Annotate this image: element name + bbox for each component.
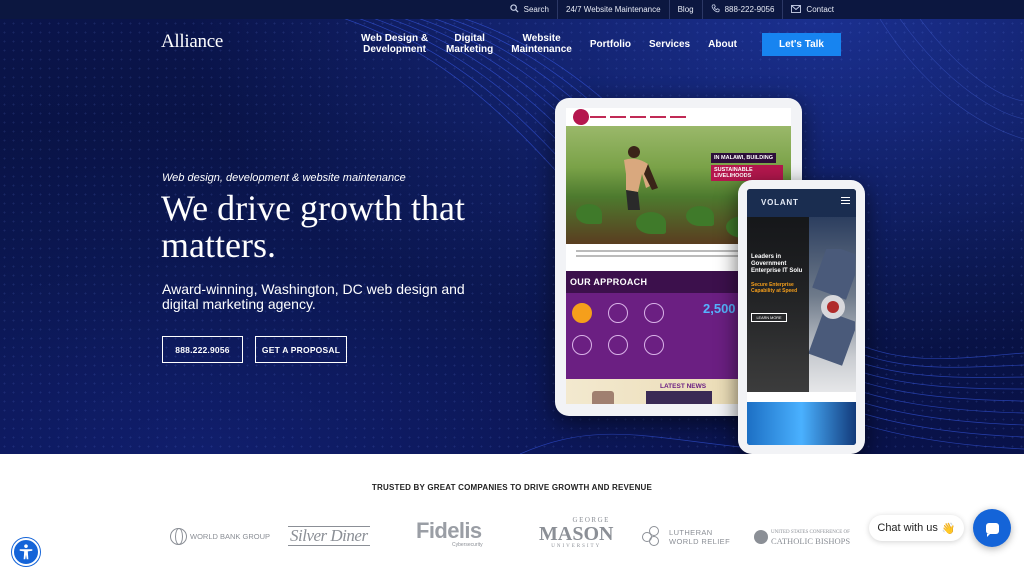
- farmer-figure: [624, 146, 658, 210]
- nav-services[interactable]: Services: [640, 39, 699, 50]
- utility-maintenance-label: 24/7 Website Maintenance: [566, 5, 661, 14]
- globe-icon: [170, 528, 187, 545]
- phone-learn-more: LEARN MORE: [751, 313, 787, 322]
- chat-label: Chat with us: [877, 522, 938, 534]
- satellite-graphic: [808, 249, 855, 366]
- utility-blog-label: Blog: [677, 5, 694, 14]
- logo-george-mason: GEORGE MASON UNIVERSITY: [539, 516, 614, 549]
- nav-portfolio[interactable]: Portfolio: [581, 39, 640, 50]
- phone-icon: [711, 4, 720, 15]
- tablet-approach-title: OUR APPROACH: [570, 277, 648, 287]
- phone-brand: VOLANT: [761, 198, 799, 207]
- logo-silver-diner: Silver Diner: [288, 526, 370, 546]
- hero-eyebrow: Web design, development & website mainte…: [162, 172, 406, 184]
- utility-phone-label: 888-222-9056: [724, 5, 775, 14]
- hero-subhead: Award-winning, Washington, DC web design…: [162, 281, 465, 312]
- nav-about[interactable]: About: [699, 39, 746, 50]
- chat-icon: [985, 522, 999, 537]
- utility-maintenance-link[interactable]: 24/7 Website Maintenance: [557, 0, 669, 19]
- utility-phone-link[interactable]: 888-222-9056: [701, 0, 783, 19]
- tablet-site-header: [566, 108, 791, 126]
- get-proposal-button[interactable]: GET A PROPOSAL: [255, 336, 347, 363]
- accessibility-icon: [19, 544, 33, 560]
- main-nav: Web Design & Development Digital Marketi…: [352, 33, 746, 55]
- chat-launcher-button[interactable]: [973, 509, 1011, 547]
- utility-search-label: Search: [523, 5, 549, 14]
- accessibility-button[interactable]: [12, 538, 40, 566]
- logo-lutheran-world-relief: LUTHERAN WORLD RELIEF: [642, 526, 730, 548]
- utility-bar: Search 24/7 Website Maintenance Blog 888…: [0, 0, 1024, 19]
- logo-fidelis: Fidelis Cybersecurity: [416, 518, 483, 549]
- mail-icon: [791, 4, 802, 15]
- trusted-heading: TRUSTED BY GREAT COMPANIES TO DRIVE GROW…: [371, 483, 653, 492]
- hamburger-icon: [841, 197, 850, 204]
- seal-icon: [754, 530, 768, 544]
- chat-prompt[interactable]: Chat with us 👋: [869, 515, 964, 541]
- utility-contact-label: Contact: [806, 5, 834, 14]
- nav-website-maintenance[interactable]: Website Maintenance: [502, 33, 581, 55]
- wave-emoji-icon: 👋: [941, 522, 956, 535]
- utility-blog-link[interactable]: Blog: [668, 0, 702, 19]
- phone-site-header: VOLANT: [747, 189, 856, 217]
- phone-subheading: Secure Enterprise Capability at Speed: [751, 282, 798, 294]
- hero-wave-lines: [344, 19, 1024, 454]
- tablet-banner-line2: SUSTAINABLE LIVELIHOODS: [711, 165, 783, 181]
- tablet-stat: 2,500: [703, 301, 736, 316]
- tablet-banner: IN MALAWI, BUILDING SUSTAINABLE LIVELIHO…: [711, 146, 783, 181]
- phone-button[interactable]: 888.222.9056: [162, 336, 243, 363]
- logo-usccb: UNITED STATES CONFERENCE OF CATHOLIC BISH…: [754, 529, 850, 545]
- phone-blue-image: [747, 402, 856, 445]
- hero-headline: We drive growth that matters.: [161, 188, 466, 265]
- nav-digital-marketing[interactable]: Digital Marketing: [437, 33, 502, 55]
- hero-section: Alliance Web Design & Development Digita…: [0, 19, 1024, 454]
- phone-mockup: VOLANT Leaders in Government Enterprise …: [738, 180, 865, 454]
- logo-world-bank: WORLD BANK GROUP: [170, 528, 270, 545]
- utility-contact-link[interactable]: Contact: [782, 0, 842, 19]
- phone-dark-panel: [747, 217, 809, 392]
- phone-heading: Leaders in Government Enterprise IT Solu: [751, 254, 803, 274]
- tablet-banner-line1: IN MALAWI, BUILDING: [711, 153, 776, 163]
- lets-talk-button[interactable]: Let's Talk: [762, 33, 841, 56]
- rings-icon: [642, 526, 664, 548]
- utility-search[interactable]: Search: [502, 0, 557, 19]
- search-icon: [509, 4, 519, 15]
- tablet-news-title: LATEST NEWS: [660, 383, 707, 390]
- nav-web-design[interactable]: Web Design & Development: [352, 33, 437, 55]
- site-logo[interactable]: Alliance: [161, 31, 223, 53]
- phone-screen: VOLANT Leaders in Government Enterprise …: [747, 189, 856, 445]
- client-logos: WORLD BANK GROUP Silver Diner Fidelis Cy…: [168, 516, 868, 566]
